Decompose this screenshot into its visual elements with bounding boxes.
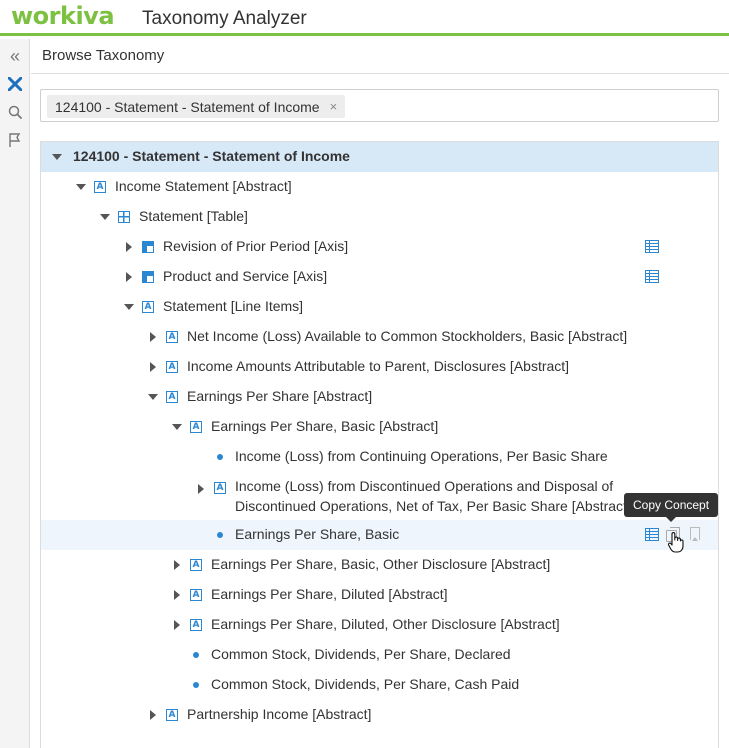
abstract-icon: A bbox=[214, 482, 226, 494]
chevron-down-icon[interactable] bbox=[124, 302, 134, 312]
view-details-icon[interactable] bbox=[645, 528, 659, 541]
concept-dot-icon bbox=[193, 682, 199, 688]
panel-divider bbox=[31, 73, 729, 74]
tree-label: Common Stock, Dividends, Per Share, Decl… bbox=[211, 646, 511, 662]
concept-dot-icon bbox=[217, 454, 223, 460]
view-details-icon[interactable] bbox=[645, 270, 659, 283]
chevron-right-icon[interactable] bbox=[148, 710, 158, 720]
chevron-down-icon[interactable] bbox=[76, 182, 86, 192]
copy-concept-tooltip: Copy Concept bbox=[624, 493, 719, 522]
chevron-right-icon[interactable] bbox=[148, 332, 158, 342]
search-icon[interactable] bbox=[4, 101, 26, 123]
chevron-down-icon[interactable] bbox=[100, 212, 110, 222]
tree-row[interactable]: A Earnings Per Share, Basic, Other Discl… bbox=[41, 550, 718, 580]
tree-label: Income Amounts Attributable to Parent, D… bbox=[187, 358, 570, 374]
tree-row[interactable]: A Earnings Per Share, Basic [Abstract] bbox=[41, 412, 718, 442]
chevron-right-icon[interactable] bbox=[172, 560, 182, 570]
chevron-down-icon[interactable] bbox=[52, 152, 62, 162]
chevron-right-icon[interactable] bbox=[148, 362, 158, 372]
tree-row[interactable]: A Partnership Income [Abstract] bbox=[41, 700, 718, 730]
view-details-icon[interactable] bbox=[645, 240, 659, 253]
hand-cursor-icon bbox=[667, 531, 685, 557]
tree-row[interactable]: Common Stock, Dividends, Per Share, Decl… bbox=[41, 640, 718, 670]
tree-label: Net Income (Loss) Available to Common St… bbox=[187, 328, 628, 344]
tree-row-root[interactable]: 124100 - Statement - Statement of Income bbox=[41, 142, 718, 172]
tree-label: Revision of Prior Period [Axis] bbox=[163, 238, 349, 254]
abstract-icon: A bbox=[166, 361, 178, 373]
tree-row[interactable]: A Net Income (Loss) Available to Common … bbox=[41, 322, 718, 352]
abstract-icon: A bbox=[166, 331, 178, 343]
tree-label: Income (Loss) from Discontinued Operatio… bbox=[235, 478, 631, 514]
chevron-right-icon[interactable] bbox=[196, 484, 206, 494]
chevron-down-icon[interactable] bbox=[172, 422, 182, 432]
concept-dot-icon bbox=[217, 532, 223, 538]
table-icon bbox=[118, 211, 130, 223]
tree-label: Earnings Per Share, Basic, Other Disclos… bbox=[211, 556, 551, 572]
bookmark-icon[interactable] bbox=[690, 527, 700, 541]
workiva-logo[interactable]: workiva bbox=[11, 2, 115, 30]
tree-row[interactable]: Income (Loss) from Continuing Operations… bbox=[41, 442, 718, 472]
abstract-icon: A bbox=[190, 421, 202, 433]
chevron-right-icon[interactable] bbox=[124, 272, 134, 282]
tree-label: Product and Service [Axis] bbox=[163, 268, 328, 284]
tree-label: Partnership Income [Abstract] bbox=[187, 706, 372, 722]
chevron-right-icon[interactable] bbox=[124, 242, 134, 252]
tree-row[interactable]: Earnings Per Share, Basic bbox=[41, 520, 718, 550]
tree-row[interactable]: Revision of Prior Period [Axis] bbox=[41, 232, 718, 262]
axis-icon bbox=[142, 271, 154, 283]
tree-row[interactable]: A Income Statement [Abstract] bbox=[41, 172, 718, 202]
tree-row[interactable]: A Earnings Per Share [Abstract] bbox=[41, 382, 718, 412]
tree-row[interactable]: A Income (Loss) from Discontinued Operat… bbox=[41, 472, 718, 520]
tree-label: Earnings Per Share, Diluted [Abstract] bbox=[211, 586, 448, 602]
tree-label: Statement [Table] bbox=[139, 208, 248, 224]
axis-icon bbox=[142, 241, 154, 253]
left-rail: « bbox=[0, 39, 30, 748]
abstract-icon: A bbox=[190, 559, 202, 571]
tree-row[interactable]: A Statement [Line Items] bbox=[41, 292, 718, 322]
app-header: workiva Taxonomy Analyzer bbox=[0, 0, 729, 36]
x-brand-icon[interactable] bbox=[4, 73, 26, 95]
abstract-icon: A bbox=[190, 589, 202, 601]
tree-label: Earnings Per Share, Diluted, Other Discl… bbox=[211, 616, 560, 632]
abstract-icon: A bbox=[166, 709, 178, 721]
panel-title: Browse Taxonomy bbox=[42, 47, 165, 64]
app-title: Taxonomy Analyzer bbox=[142, 8, 307, 29]
abstract-icon: A bbox=[142, 301, 154, 313]
filter-chip[interactable]: 124100 - Statement - Statement of Income… bbox=[47, 95, 346, 118]
tree-row[interactable]: A Earnings Per Share, Diluted, Other Dis… bbox=[41, 610, 718, 640]
collapse-icon[interactable]: « bbox=[4, 45, 26, 67]
tree-row[interactable]: Common Stock, Dividends, Per Share, Cash… bbox=[41, 670, 718, 700]
filter-chip-label: 124100 - Statement - Statement of Income bbox=[55, 98, 320, 115]
chevron-right-icon[interactable] bbox=[172, 620, 182, 630]
tree-row[interactable]: A Earnings Per Share, Diluted [Abstract] bbox=[41, 580, 718, 610]
tree-row[interactable]: Statement [Table] bbox=[41, 202, 718, 232]
tree-label: Earnings Per Share, Basic bbox=[235, 526, 400, 542]
tree-label: Common Stock, Dividends, Per Share, Cash… bbox=[211, 676, 520, 692]
tree-label: Earnings Per Share [Abstract] bbox=[187, 388, 373, 404]
chevron-down-icon[interactable] bbox=[148, 392, 158, 402]
abstract-icon: A bbox=[190, 619, 202, 631]
taxonomy-filter-input[interactable]: 124100 - Statement - Statement of Income… bbox=[40, 89, 719, 122]
concept-dot-icon bbox=[193, 652, 199, 658]
bookmark-icon[interactable] bbox=[4, 129, 26, 151]
tree-row[interactable]: A Income Amounts Attributable to Parent,… bbox=[41, 352, 718, 382]
tree-label: Income Statement [Abstract] bbox=[115, 178, 292, 194]
close-icon[interactable]: × bbox=[330, 99, 338, 114]
chevron-right-icon[interactable] bbox=[172, 590, 182, 600]
tree-label: Income (Loss) from Continuing Operations… bbox=[235, 448, 608, 464]
taxonomy-tree: 124100 - Statement - Statement of Income… bbox=[40, 141, 719, 748]
tree-row[interactable]: Product and Service [Axis] bbox=[41, 262, 718, 292]
abstract-icon: A bbox=[94, 181, 106, 193]
tree-label: 124100 - Statement - Statement of Income bbox=[73, 148, 350, 164]
abstract-icon: A bbox=[166, 391, 178, 403]
tree-label: Earnings Per Share, Basic [Abstract] bbox=[211, 418, 439, 434]
tree-label: Statement [Line Items] bbox=[163, 298, 304, 314]
